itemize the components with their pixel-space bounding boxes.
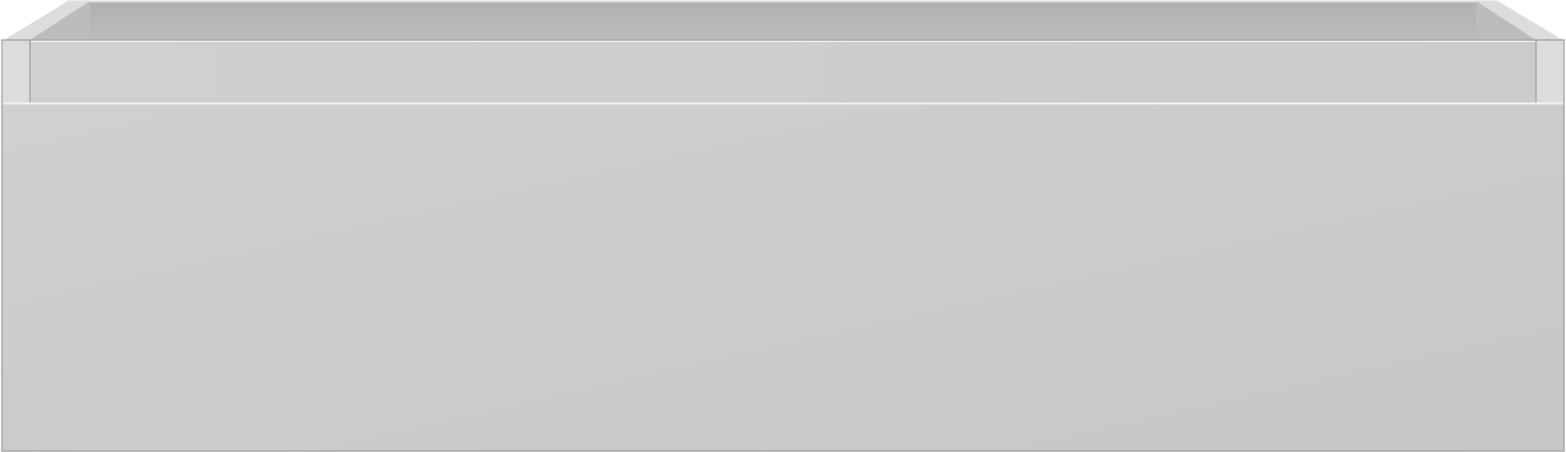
drawer-render <box>0 0 1566 452</box>
inner-tray-band <box>30 40 1536 103</box>
right-side-post <box>1536 40 1563 103</box>
drawer-front-panel <box>2 103 1564 451</box>
inner-back-wall <box>90 2 1476 41</box>
drawer-illustration <box>1 0 1565 452</box>
left-side-post <box>3 40 30 103</box>
